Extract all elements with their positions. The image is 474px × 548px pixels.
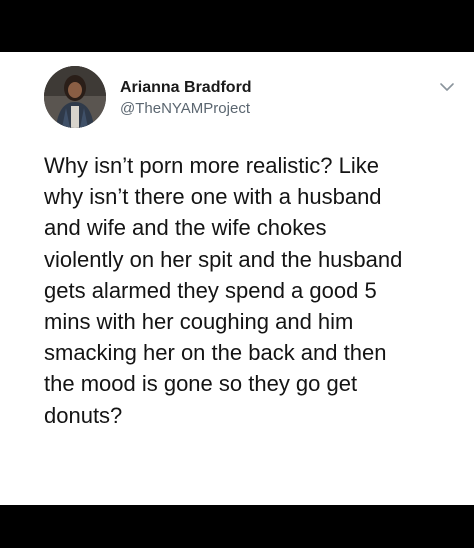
- author-handle[interactable]: @TheNYAMProject: [120, 100, 250, 117]
- chevron-down-icon[interactable]: [439, 80, 455, 92]
- tweet-text-line: why isn’t there one with a husband: [44, 184, 382, 210]
- avatar[interactable]: [44, 66, 106, 128]
- bottom-black-bar: [0, 505, 474, 548]
- tweet-text-line: donuts?: [44, 402, 123, 428]
- tweet-text-line: violently on her spit and the husband: [44, 246, 403, 272]
- top-black-bar: [0, 0, 474, 52]
- tweet-text-line: mins with her coughing and him: [44, 309, 354, 335]
- tweet-card: Arianna Bradford @TheNYAMProject Why isn…: [0, 52, 474, 505]
- tweet-text-line: and wife and the wife chokes: [44, 215, 327, 241]
- author-name[interactable]: Arianna Bradford: [120, 79, 252, 97]
- tweet-text-line: the mood is gone so they go get: [44, 371, 358, 397]
- tweet-text: Why isn’t porn more realistic? Like why …: [44, 150, 449, 431]
- user-avatar-icon: [44, 66, 106, 128]
- tweet-text-line: smacking her on the back and then: [44, 340, 387, 366]
- tweet-text-line: Why isn’t porn more realistic? Like: [44, 153, 380, 178]
- tweet-text-line: gets alarmed they spend a good 5: [44, 277, 377, 303]
